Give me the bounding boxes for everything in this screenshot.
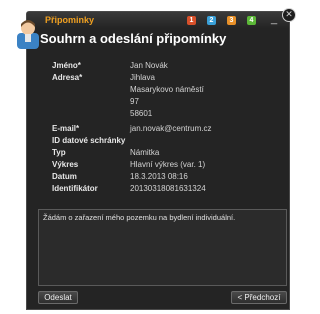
user-avatar-icon bbox=[17, 20, 39, 49]
field-value-email: jan.novak@centrum.cz bbox=[130, 124, 212, 133]
field-label-name: Jméno* bbox=[52, 61, 81, 70]
step-3-icon[interactable]: 3 bbox=[227, 16, 236, 25]
send-button[interactable]: Odeslat bbox=[38, 291, 78, 304]
window-title: Připominky bbox=[45, 15, 95, 25]
page-title: Souhrn a odeslání připomínky bbox=[40, 31, 227, 46]
step-2-icon[interactable]: 2 bbox=[207, 16, 216, 25]
field-value-date: 18.3.2013 08:16 bbox=[130, 172, 188, 181]
field-value-type: Námitka bbox=[130, 148, 160, 157]
title-bar[interactable]: Připominky 1 2 3 4 _ bbox=[27, 12, 289, 29]
field-label-type: Typ bbox=[52, 148, 66, 157]
field-label-drawing: Výkres bbox=[52, 160, 79, 169]
close-button[interactable]: ✕ bbox=[282, 8, 296, 22]
previous-button[interactable]: < Předchozí bbox=[231, 291, 287, 304]
field-value-address-street: Masarykovo náměstí bbox=[130, 85, 204, 94]
step-1-icon[interactable]: 1 bbox=[187, 16, 196, 25]
note-textarea[interactable]: Žádám o zařazení mého pozemku na bydlení… bbox=[38, 209, 287, 286]
field-value-drawing: Hlavní výkres (var. 1) bbox=[130, 160, 206, 169]
step-4-icon[interactable]: 4 bbox=[247, 16, 256, 25]
minimize-button[interactable]: _ bbox=[271, 13, 277, 25]
field-label-databox: ID datové schránky bbox=[52, 136, 126, 145]
field-value-address-city: Jihlava bbox=[130, 73, 155, 82]
field-label-date: Datum bbox=[52, 172, 77, 181]
field-value-name: Jan Novák bbox=[130, 61, 168, 70]
field-value-address-number: 97 bbox=[130, 97, 139, 106]
field-label-address: Adresa* bbox=[52, 73, 83, 82]
field-value-identifier: 20130318081631324 bbox=[130, 184, 206, 193]
field-label-identifier: Identifikátor bbox=[52, 184, 98, 193]
field-label-email: E-mail* bbox=[52, 124, 80, 133]
field-value-address-zip: 58601 bbox=[130, 109, 153, 118]
